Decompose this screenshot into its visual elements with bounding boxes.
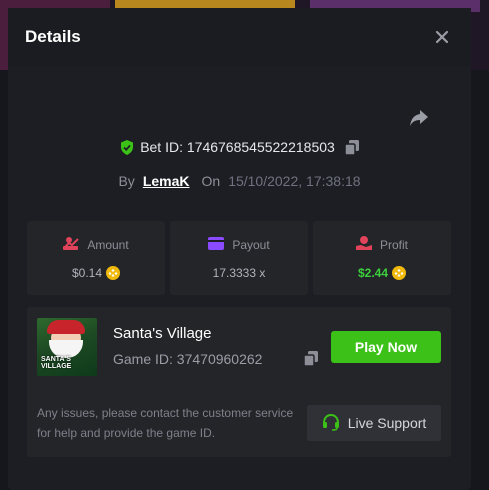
headset-icon	[322, 413, 340, 434]
live-support-label: Live Support	[347, 415, 427, 431]
stat-payout-label: Payout	[232, 237, 270, 252]
bet-id: Bet ID: 1746768545522218503	[140, 139, 335, 155]
bet-id-line: Bet ID: 1746768545522218503	[8, 139, 471, 156]
stat-amount-label: Amount	[87, 237, 129, 252]
bet-stats: Amount $0.14 Payout 17.3333 x Profit $2.…	[27, 221, 451, 295]
stat-amount-head: Amount	[63, 236, 129, 253]
user-link[interactable]: LemaK	[143, 173, 190, 189]
stat-amount-value: $0.14	[71, 266, 103, 280]
game-panel: SANTA'S VILLAGE Santa's Village Game ID:…	[27, 307, 451, 457]
stat-profit-value: $2.44	[357, 266, 389, 280]
play-now-button[interactable]: Play Now	[331, 331, 441, 363]
stat-payout-head: Payout	[208, 236, 270, 253]
background-side	[0, 70, 8, 490]
shield-check-icon	[120, 139, 134, 155]
by-label: By	[118, 173, 135, 189]
profit-icon	[355, 236, 372, 253]
stat-payout-value-row: 17.3333 x	[213, 266, 266, 280]
close-icon[interactable]	[431, 26, 453, 48]
support-notice: Any issues, please contact the customer …	[37, 406, 294, 440]
copy-icon[interactable]	[303, 351, 318, 367]
stat-profit-label: Profit	[379, 237, 408, 252]
amount-icon	[63, 236, 80, 253]
modal-title: Details	[25, 27, 81, 46]
game-id: Game ID: 37470960262	[113, 351, 263, 367]
copy-icon[interactable]	[344, 139, 359, 156]
coin-icon	[392, 266, 407, 280]
santa-hat	[47, 320, 85, 334]
bet-date: 15/10/2022, 17:38:18	[228, 173, 361, 189]
share-icon[interactable]	[408, 108, 430, 130]
stat-amount-value-row: $0.14	[71, 266, 121, 280]
game-thumbnail[interactable]: SANTA'S VILLAGE	[37, 318, 97, 376]
stat-payout-value: 17.3333 x	[212, 265, 266, 280]
wallet-icon	[208, 236, 225, 253]
bet-author-line: By LemaK On 15/10/2022, 17:38:18	[8, 173, 471, 189]
details-modal: Details Bet ID: 1746768545522218503 By L…	[8, 8, 471, 490]
live-support-button[interactable]: Live Support	[307, 405, 441, 441]
thumbnail-label: SANTA'S VILLAGE	[41, 356, 72, 370]
on-label: On	[201, 173, 221, 189]
stat-amount: Amount $0.14	[27, 221, 165, 295]
background-side	[471, 70, 489, 490]
stat-profit: Profit $2.44	[313, 221, 451, 295]
modal-header: Details	[8, 8, 471, 66]
stat-payout: Payout 17.3333 x	[170, 221, 308, 295]
coin-icon	[106, 266, 121, 280]
stat-profit-value-row: $2.44	[357, 266, 407, 280]
game-name: Santa's Village	[113, 325, 212, 342]
stat-profit-head: Profit	[355, 236, 408, 253]
